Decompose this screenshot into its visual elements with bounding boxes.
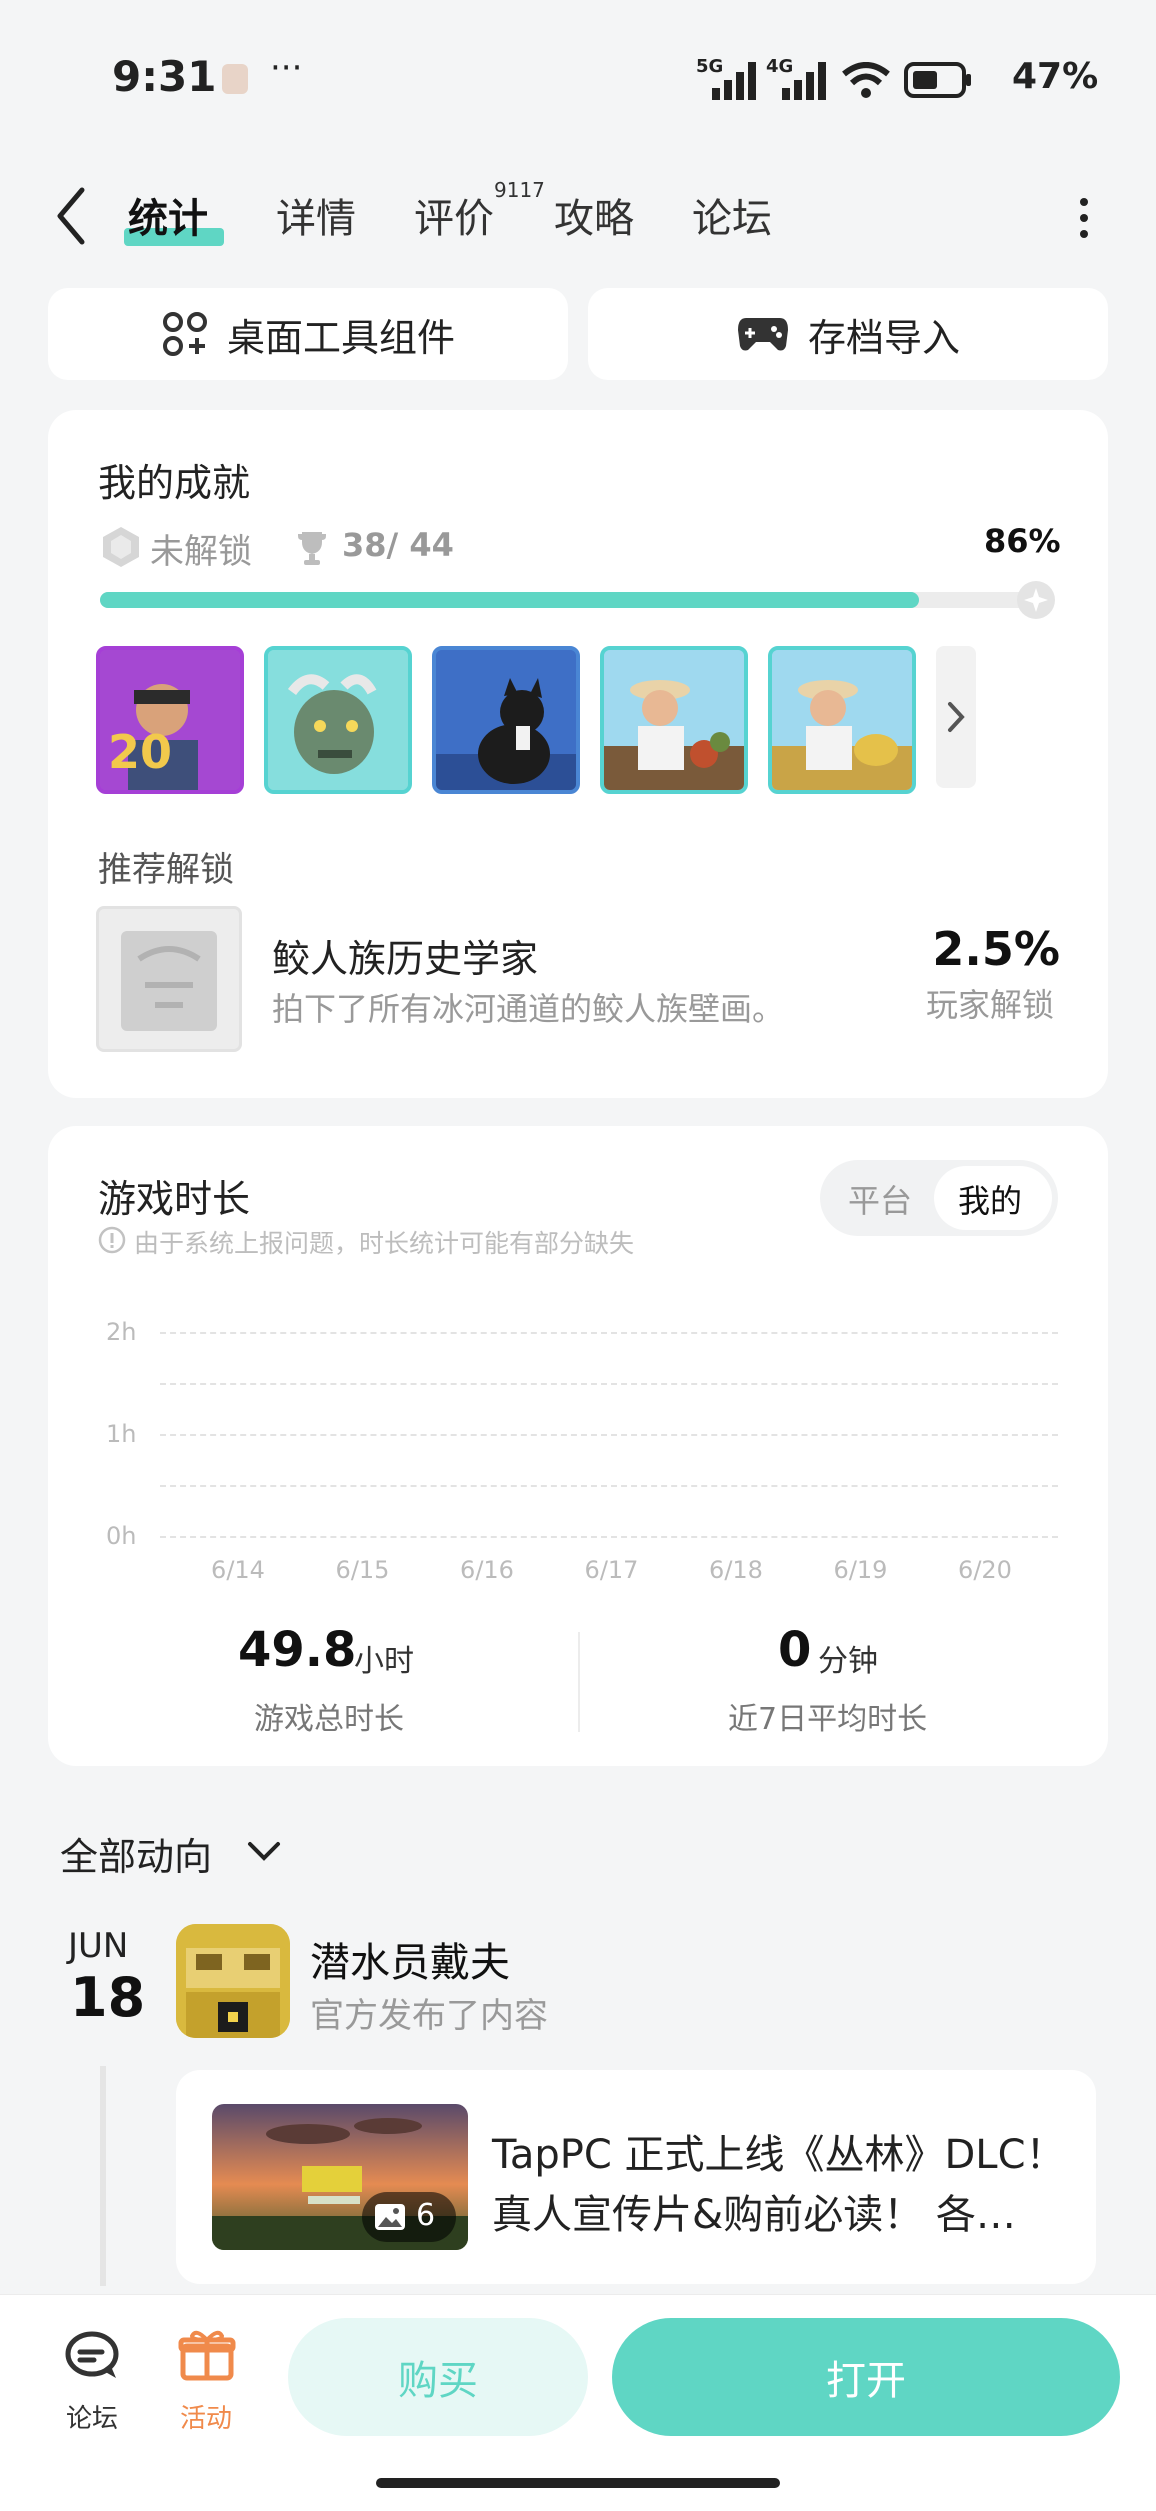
- image-icon: [375, 2204, 405, 2230]
- achievement-count: 38/ 44: [342, 526, 454, 564]
- recommended-achievement-desc: 拍下了所有冰河通道的鲛人族壁画。: [272, 990, 785, 1028]
- notification-icon: [222, 64, 248, 94]
- locked-label[interactable]: 未解锁: [150, 524, 252, 573]
- gridline-0-5h: [160, 1485, 1058, 1487]
- avg-playtime-unit: 分钟: [818, 1644, 878, 1679]
- x-tick-label: 6/19: [833, 1556, 888, 1584]
- save-import-label: 存档导入: [807, 315, 960, 360]
- y-tick-0h: 0h: [106, 1522, 137, 1550]
- x-tick-label: 6/20: [958, 1556, 1012, 1584]
- achievement-badge-1[interactable]: 20: [96, 646, 244, 794]
- timeline-line: [100, 2066, 106, 2286]
- gamepad-icon: [737, 318, 788, 351]
- battery-icon: [904, 62, 971, 98]
- more-status-icon: ···: [270, 48, 303, 88]
- achievement-badge-2-art: [268, 650, 408, 790]
- signal-icon-2: [782, 62, 826, 100]
- tab-details[interactable]: 详情: [276, 186, 356, 244]
- buy-button[interactable]: 购买: [288, 2318, 588, 2436]
- forum-nav-label[interactable]: 论坛: [66, 2398, 118, 2435]
- tab-forum[interactable]: 论坛: [692, 186, 772, 244]
- author-name[interactable]: 潜水员戴夫: [310, 1930, 510, 1988]
- recommended-achievement-icon[interactable]: [96, 906, 242, 1052]
- home-indicator[interactable]: [376, 2478, 780, 2488]
- svg-text:20: 20: [108, 725, 172, 779]
- x-tick-label: 6/17: [584, 1556, 639, 1584]
- image-count: 6: [416, 2198, 436, 2233]
- x-tick-label: 6/18: [709, 1556, 763, 1584]
- playtime-note: 由于系统上报问题，时长统计可能有部分缺失: [134, 1229, 635, 1258]
- feed-filter-label[interactable]: 全部动向: [60, 1826, 212, 1881]
- wifi-icon: [842, 62, 890, 98]
- achievement-badge-1-art: 20: [100, 650, 240, 790]
- author-avatar[interactable]: [176, 1924, 290, 2038]
- avg-playtime-value: 0: [778, 1622, 812, 1678]
- back-icon[interactable]: [54, 186, 90, 246]
- feed-month: JUN: [68, 1926, 129, 1966]
- desktop-widget-button[interactable]: 桌面工具组件: [48, 288, 568, 380]
- gridline-1h: [160, 1434, 1058, 1436]
- achievement-badge-2[interactable]: [264, 646, 412, 794]
- signal-icon: [712, 62, 756, 100]
- achievement-percent: 86%: [984, 522, 1061, 560]
- image-count-badge: 6: [362, 2192, 456, 2242]
- author-action: 官方发布了内容: [310, 1996, 548, 2036]
- post-title-line2[interactable]: 真人宣传片&购前必读！ 各…: [492, 2182, 1016, 2240]
- recommended-achievement-name[interactable]: 鲛人族历史学家: [272, 928, 538, 983]
- activity-nav-label[interactable]: 活动: [180, 2398, 232, 2435]
- gridline-2h: [160, 1332, 1058, 1334]
- y-tick-2h: 2h: [106, 1318, 137, 1346]
- total-playtime-value: 49.8: [238, 1622, 357, 1678]
- gridline-0h: [160, 1536, 1058, 1538]
- achievement-badge-5-art: [772, 650, 912, 790]
- save-import-button[interactable]: 存档导入: [588, 288, 1108, 380]
- gridline-1-5h: [160, 1383, 1058, 1385]
- desktop-widget-label: 桌面工具组件: [226, 315, 455, 360]
- recommended-achievement-art: [121, 931, 217, 1031]
- achievement-progress-fill: [100, 592, 919, 608]
- achievement-badge-4[interactable]: [600, 646, 748, 794]
- feed-day: 18: [70, 1966, 146, 2029]
- info-icon: [98, 1226, 126, 1254]
- toggle-mine[interactable]: 我的: [958, 1176, 1022, 1222]
- forum-icon[interactable]: [64, 2330, 122, 2382]
- avg-playtime-label: 近7日平均时长: [728, 1702, 928, 1737]
- recommend-title: 推荐解锁: [98, 850, 234, 890]
- x-tick-label: 6/14: [211, 1556, 265, 1584]
- toggle-platform[interactable]: 平台: [848, 1176, 912, 1222]
- tab-guides[interactable]: 攻略: [554, 186, 634, 244]
- stats-divider: [578, 1632, 580, 1732]
- open-button[interactable]: 打开: [612, 2318, 1120, 2436]
- trophy-icon: [298, 532, 326, 565]
- battery-percent: 47%: [1012, 56, 1099, 97]
- more-options-icon[interactable]: [1076, 196, 1092, 240]
- tab-reviews[interactable]: 评价: [414, 186, 494, 244]
- total-playtime-label: 游戏总时长: [254, 1702, 404, 1737]
- achievement-badge-3-art: [436, 650, 576, 790]
- recommended-unlock-rate: 2.5%: [932, 922, 1060, 976]
- gift-icon[interactable]: [178, 2326, 236, 2382]
- widget-icon: [162, 312, 207, 356]
- progress-end-icon: [1017, 581, 1055, 619]
- achievement-badge-3[interactable]: [432, 646, 580, 794]
- recommended-unlock-label: 玩家解锁: [925, 986, 1054, 1024]
- playtime-title: 游戏时长: [98, 1177, 251, 1221]
- x-tick-label: 6/16: [460, 1556, 514, 1584]
- status-time: 9:31: [112, 52, 217, 101]
- total-playtime-unit: 小时: [354, 1644, 414, 1679]
- post-title-line1[interactable]: TapPC 正式上线《丛林》DLC！: [492, 2122, 1066, 2180]
- locked-achievement-icon: [103, 527, 139, 567]
- chevron-right-icon: [948, 702, 965, 732]
- achievement-badge-5[interactable]: [768, 646, 916, 794]
- tab-stats[interactable]: 统计: [128, 186, 208, 244]
- achievements-title: 我的成就: [98, 461, 251, 505]
- review-count-badge: 9117: [494, 178, 545, 202]
- achievements-next-button[interactable]: [936, 646, 976, 788]
- x-tick-label: 6/15: [335, 1556, 390, 1584]
- chevron-down-icon[interactable]: [244, 1838, 284, 1864]
- y-tick-1h: 1h: [106, 1420, 137, 1448]
- achievement-badge-4-art: [604, 650, 744, 790]
- author-avatar-art: [176, 1924, 290, 2038]
